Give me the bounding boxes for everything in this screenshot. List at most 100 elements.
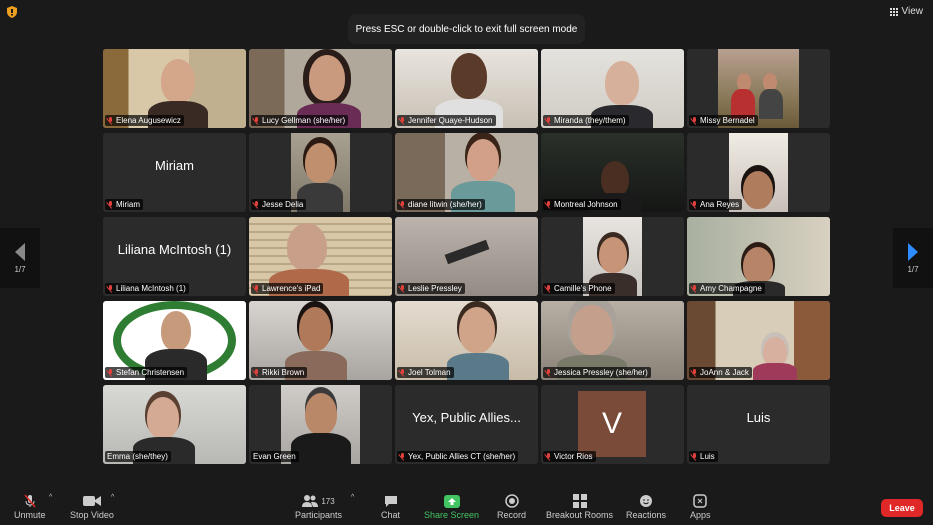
share-screen-button[interactable]: Share Screen <box>424 494 479 520</box>
muted-mic-icon <box>691 284 698 293</box>
participant-name: Camille's Phone <box>543 283 615 294</box>
participant-tile[interactable]: Stefan Christensen <box>103 301 246 380</box>
participant-name: Yex, Public Allies CT (she/her) <box>397 451 519 462</box>
participant-name: Stefan Christensen <box>105 367 188 378</box>
chat-bubble-icon <box>384 494 398 508</box>
muted-mic-icon <box>253 200 260 209</box>
record-button[interactable]: Record <box>497 494 526 520</box>
participant-tile[interactable]: Evan Green <box>249 385 392 464</box>
unmute-button[interactable]: Unmute <box>14 494 46 520</box>
muted-mic-icon <box>107 200 114 209</box>
participant-tile[interactable]: Jesse Delia <box>249 133 392 212</box>
previous-page-button[interactable]: 1/7 <box>0 228 40 288</box>
participant-name: Lawrence's iPad <box>251 283 324 294</box>
security-shield-icon[interactable] <box>6 6 18 18</box>
leave-button[interactable]: Leave <box>881 499 923 517</box>
participant-name: Lucy Gellman (she/her) <box>251 115 349 126</box>
muted-mic-icon <box>691 116 698 125</box>
muted-mic-icon <box>545 452 552 461</box>
muted-mic-icon <box>399 200 406 209</box>
muted-mic-icon <box>399 452 406 461</box>
participant-name: Liliana McIntosh (1) <box>105 283 189 294</box>
participant-name: Rikki Brown <box>251 367 308 378</box>
participants-options-caret[interactable]: ^ <box>351 494 354 501</box>
muted-mic-icon <box>399 116 406 125</box>
participant-tile[interactable]: Lawrence's iPad <box>249 217 392 296</box>
participant-name: Missy Bernadel <box>689 115 758 126</box>
page-indicator-left: 1/7 <box>14 264 26 274</box>
grid-view-icon <box>889 7 898 16</box>
participant-tile[interactable]: Miriam Miriam <box>103 133 246 212</box>
reactions-label: Reactions <box>626 510 667 520</box>
muted-mic-icon <box>691 452 698 461</box>
participant-tile[interactable]: Ana Reyes <box>687 133 830 212</box>
muted-mic-icon <box>253 116 260 125</box>
apps-icon <box>693 494 707 508</box>
page-indicator-right: 1/7 <box>907 264 919 274</box>
participant-display-name: Luis <box>746 410 771 425</box>
participant-tile[interactable]: V Victor Rios <box>541 385 684 464</box>
muted-mic-icon <box>399 368 406 377</box>
unmute-label: Unmute <box>14 510 46 520</box>
muted-mic-icon <box>107 284 114 293</box>
video-camera-icon <box>82 494 101 508</box>
breakout-rooms-label: Breakout Rooms <box>546 510 614 520</box>
apps-button[interactable]: Apps <box>690 494 711 520</box>
participant-tile[interactable]: Missy Bernadel <box>687 49 830 128</box>
participant-name: Jessica Pressley (she/her) <box>543 367 651 378</box>
stop-video-button[interactable]: Stop Video <box>70 494 114 520</box>
participant-name: Luis <box>689 451 718 462</box>
share-screen-icon <box>443 494 460 508</box>
muted-mic-icon <box>545 200 552 209</box>
participant-tile[interactable]: Jessica Pressley (she/her) <box>541 301 684 380</box>
participant-tile[interactable]: Camille's Phone <box>541 217 684 296</box>
chat-button[interactable]: Chat <box>381 494 400 520</box>
participant-avatar: V <box>578 391 646 457</box>
muted-mic-icon <box>107 116 114 125</box>
participant-name: Leslie Pressley <box>397 283 465 294</box>
view-button[interactable]: View <box>889 6 923 17</box>
record-label: Record <box>497 510 527 520</box>
participant-name: JoAnn & Jack <box>689 367 752 378</box>
participant-name: Jennifer Quaye-Hudson <box>397 115 496 126</box>
muted-mic-icon <box>691 200 698 209</box>
participant-name: Ana Reyes <box>689 199 743 210</box>
participant-name: Evan Green <box>251 451 299 462</box>
participant-name: Amy Champagne <box>689 283 765 294</box>
participant-tile[interactable]: Yex, Public Allies... Yex, Public Allies… <box>395 385 538 464</box>
next-arrow-icon <box>908 242 918 261</box>
participant-tile[interactable]: Luis Luis <box>687 385 830 464</box>
participant-name: Miriam <box>105 199 143 210</box>
participant-name: diane litwin (she/her) <box>397 199 485 210</box>
participant-tile[interactable]: Amy Champagne <box>687 217 830 296</box>
participant-tile[interactable]: Liliana McIntosh (1) Liliana McIntosh (1… <box>103 217 246 296</box>
muted-mic-icon <box>545 284 552 293</box>
participant-tile-active-speaker[interactable]: Emma (she/they) <box>103 385 246 464</box>
participant-tile[interactable]: Jennifer Quaye-Hudson <box>395 49 538 128</box>
participant-tile[interactable]: JoAnn & Jack <box>687 301 830 380</box>
next-page-button[interactable]: 1/7 <box>893 228 933 288</box>
participant-tile[interactable]: diane litwin (she/her) <box>395 133 538 212</box>
video-options-caret[interactable]: ^ <box>111 494 114 501</box>
muted-mic-icon <box>545 368 552 377</box>
participant-tile[interactable]: Montreal Johnson <box>541 133 684 212</box>
participant-tile[interactable]: Joel Tolman <box>395 301 538 380</box>
participant-name: Jesse Delia <box>251 199 307 210</box>
muted-mic-icon <box>253 368 260 377</box>
reactions-button[interactable]: Reactions <box>626 494 666 520</box>
participant-tile[interactable]: Lucy Gellman (she/her) <box>249 49 392 128</box>
participant-tile[interactable]: Miranda (they/them) <box>541 49 684 128</box>
participant-tile[interactable]: Rikki Brown <box>249 301 392 380</box>
previous-arrow-icon <box>15 242 25 261</box>
muted-mic-icon <box>107 368 114 377</box>
apps-label: Apps <box>690 510 711 520</box>
participant-tile[interactable]: Elena Augusewicz <box>103 49 246 128</box>
participant-tile[interactable]: Leslie Pressley <box>395 217 538 296</box>
muted-mic-icon <box>545 116 552 125</box>
meeting-toolbar: Unmute ^ Stop Video ^ 173 Participants ^… <box>0 489 933 525</box>
breakout-rooms-button[interactable]: Breakout Rooms <box>546 494 613 520</box>
participants-button[interactable]: 173 Participants <box>295 494 342 520</box>
muted-microphone-icon <box>23 494 37 508</box>
reaction-smiley-icon <box>639 494 653 508</box>
audio-options-caret[interactable]: ^ <box>49 494 52 501</box>
